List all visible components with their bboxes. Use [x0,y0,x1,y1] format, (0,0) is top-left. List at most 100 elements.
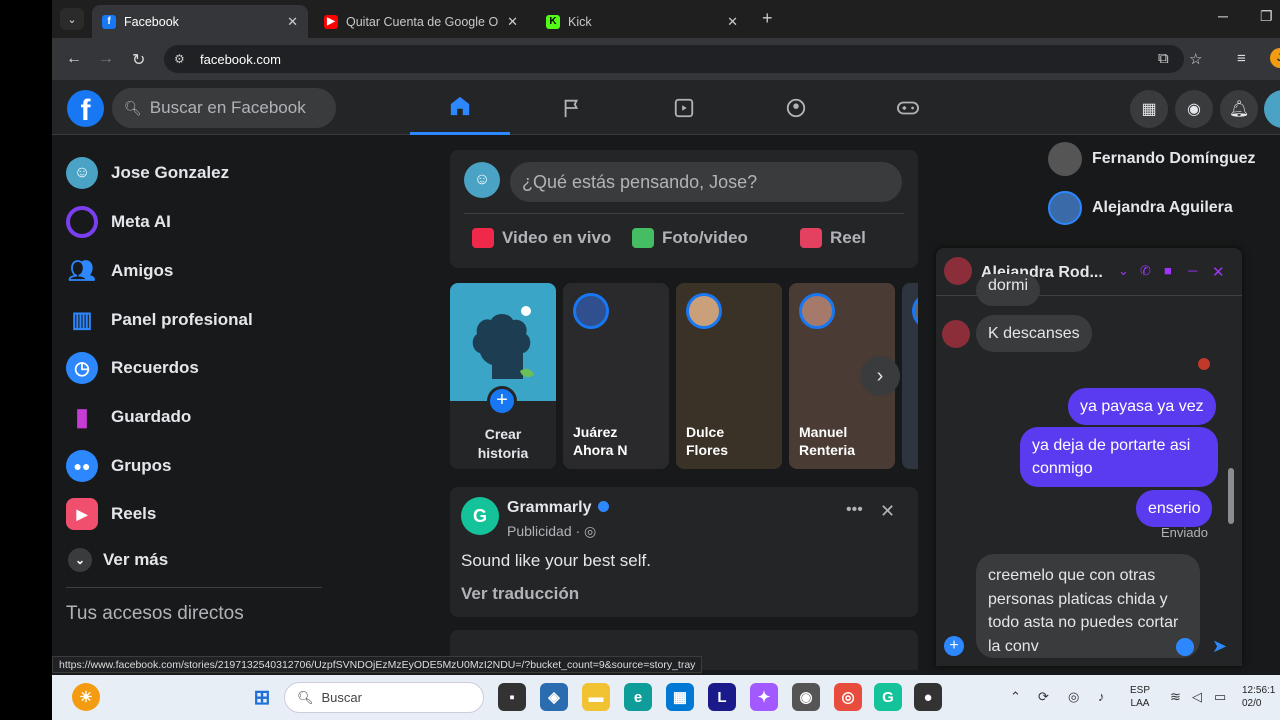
messenger-button[interactable]: ◉ [1175,90,1213,128]
gamepad-icon [897,101,919,114]
contact-item[interactable]: Fernando Domínguez [1048,142,1256,176]
phone-icon[interactable]: ✆ [1140,263,1151,279]
app-icon[interactable]: ◈ [540,683,568,711]
chevron-down-icon: ⌄ [68,548,92,572]
app-icon[interactable]: ● [914,683,942,711]
close-icon[interactable]: ✕ [1212,263,1225,281]
composer-input[interactable]: ¿Qué estás pensando, Jose? [510,162,902,202]
close-icon[interactable]: ✕ [880,501,895,522]
sidebar-item-dashboard[interactable]: ▥ Panel profesional [66,298,253,342]
sidebar-item-reels[interactable]: ▶ Reels [66,492,156,536]
tab-title: Kick [568,14,592,29]
maximize-icon[interactable]: ❐ [1260,8,1273,25]
chat-scrollbar[interactable] [1228,468,1234,524]
sidebar-item-memories[interactable]: ◷ Recuerdos [66,346,199,390]
live-video-button[interactable]: Video en vivo [472,228,611,248]
sidebar-item-friends[interactable]: 👥︎ Amigos [66,249,173,293]
taskbar-search[interactable]: 🔍︎ Buscar [284,682,484,713]
send-icon[interactable]: ➤ [1212,636,1227,657]
copilot-icon[interactable]: ✦ [750,683,778,711]
tab-youtube[interactable]: ▶ Quitar Cuenta de Google Olvid ✕ [314,5,528,38]
story-card[interactable]: Dulce Flores [676,283,782,469]
sidebar-item-groups[interactable]: ●● Grupos [66,444,171,488]
nav-home[interactable] [410,80,510,135]
chrome-icon[interactable]: ◎ [834,683,862,711]
close-icon[interactable]: ✕ [727,14,738,30]
search-placeholder: Buscar en Facebook [149,98,306,117]
microphone-icon[interactable]: ♪ [1098,689,1105,704]
facebook-search[interactable]: 🔍︎ Buscar en Facebook [112,88,336,128]
file-explorer-icon[interactable]: ▬ [582,683,610,711]
post-author[interactable]: Grammarly [507,499,609,517]
sidebar-item-label: Amigos [111,261,174,280]
tab-search-button[interactable]: ⌄ [60,8,84,30]
message-input[interactable]: creemelo que con otras personas platicas… [976,554,1200,658]
back-icon[interactable]: ← [66,50,82,68]
task-view-icon[interactable]: ▪ [498,683,526,711]
wifi-icon[interactable]: ≋ [1170,689,1181,705]
minimize-icon[interactable]: ─ [1218,8,1228,24]
grammarly-logo[interactable]: G [461,497,499,535]
nav-groups[interactable] [746,80,846,135]
emoji-icon[interactable] [1176,638,1194,656]
l-app-icon[interactable]: L [708,683,736,711]
nav-gaming[interactable] [858,80,958,135]
photo-video-button[interactable]: Foto/video [632,228,748,248]
browser-tabbar: ⌄ f Facebook ✕ ▶ Quitar Cuenta de Google… [52,0,1280,38]
stories-next-button[interactable]: › [860,356,900,396]
install-app-icon[interactable]: ⧉ [1158,50,1169,67]
sidebar-item-meta-ai[interactable]: Meta AI [66,200,171,244]
store-icon[interactable]: ▦ [666,683,694,711]
facebook-logo[interactable]: f [67,90,104,127]
forward-icon[interactable]: → [98,50,114,68]
close-icon[interactable]: ✕ [507,14,518,30]
new-tab-button[interactable]: + [762,8,773,29]
sidebar-item-see-more[interactable]: ⌄ Ver más [66,538,168,582]
tray-app-icon[interactable]: ⟳ [1038,689,1049,705]
site-info-icon[interactable]: ⚙ [174,52,188,66]
bookmark-star-icon[interactable]: ☆ [1189,50,1202,68]
edge-icon[interactable]: e [624,683,652,711]
composer-avatar[interactable]: ☺ [464,162,500,198]
language-indicator[interactable]: ESP LAA [1130,684,1150,710]
more-icon[interactable]: ••• [846,501,863,519]
sidebar-item-profile[interactable]: ☺ Jose Gonzalez [66,151,229,195]
discord-icon[interactable]: ◉ [792,683,820,711]
media-icon[interactable]: ≡ [1237,50,1246,67]
add-story-icon[interactable]: + [487,386,517,416]
grammarly-icon[interactable]: G [874,683,902,711]
address-text: facebook.com [200,51,281,67]
video-call-icon[interactable]: ■ [1164,263,1172,278]
tray-app-icon[interactable]: ◎ [1068,689,1079,705]
reel-button[interactable]: Reel [800,228,866,248]
address-bar[interactable]: ⚙ facebook.com [164,45,1184,73]
verified-icon [597,501,609,512]
create-story-card[interactable]: + Crear historia [450,283,556,469]
account-avatar[interactable] [1264,90,1280,128]
tray-chevron-icon[interactable]: ⌃ [1010,689,1021,705]
weather-icon[interactable]: ☀ [72,683,100,711]
create-story-image [450,283,556,401]
notifications-button[interactable]: 🔔︎ [1220,90,1258,128]
tab-facebook[interactable]: f Facebook ✕ [92,5,308,38]
screen: ⌄ f Facebook ✕ ▶ Quitar Cuenta de Google… [52,0,1280,720]
add-attachment-icon[interactable]: + [944,636,964,656]
sidebar-item-saved[interactable]: ▮ Guardado [66,395,191,439]
start-icon[interactable]: ⊞ [248,683,276,711]
volume-icon[interactable]: ◁ [1192,689,1202,705]
minimize-icon[interactable]: ─ [1188,263,1197,278]
chat-avatar[interactable] [944,257,972,285]
translate-link[interactable]: Ver traducción [461,584,579,604]
contact-item[interactable]: Alejandra Aguilera [1048,191,1233,225]
clock[interactable]: 12:56:1 02/0 [1242,684,1275,710]
menu-grid-button[interactable]: ▦ [1130,90,1168,128]
story-card[interactable] [902,283,918,469]
chevron-down-icon[interactable]: ⌄ [1118,263,1129,279]
reload-icon[interactable]: ↻ [132,50,145,70]
tab-kick[interactable]: K Kick ✕ [536,5,748,38]
story-card[interactable]: Juárez Ahora N [563,283,669,469]
nav-video[interactable] [634,80,734,135]
nav-pages[interactable] [522,80,622,135]
battery-icon[interactable]: ▭ [1214,689,1226,705]
close-icon[interactable]: ✕ [287,14,298,30]
